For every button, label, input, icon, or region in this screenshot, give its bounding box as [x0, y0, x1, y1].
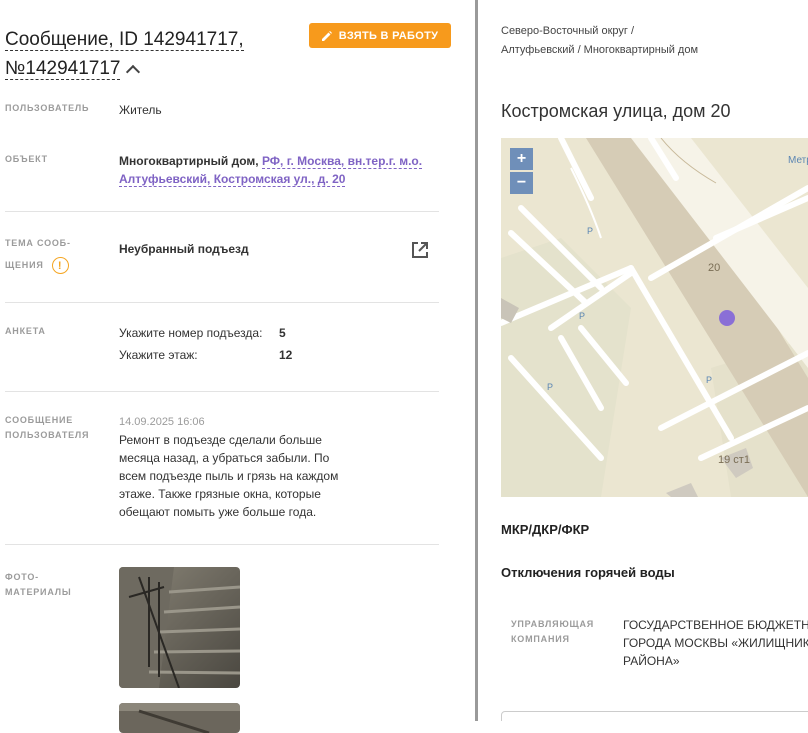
divider [5, 211, 439, 212]
management-label: УПРАВЛЯЮЩАЯ КОМПАНИЯ [511, 619, 595, 644]
user-value: Житель [119, 103, 162, 117]
take-to-work-button[interactable]: ВЗЯТЬ В РАБОТУ [309, 23, 451, 48]
photo-image [119, 703, 240, 733]
parking-icon: P [579, 311, 586, 321]
user-message-label: СООБЩЕНИЕ ПОЛЬЗОВАТЕЛЯ [5, 413, 110, 443]
photo-label-line2: МАТЕРИАЛЫ [5, 587, 72, 597]
map-zoom-control: + − [510, 148, 533, 194]
photo-label-line1: ФОТО- [5, 572, 39, 582]
external-link-icon[interactable] [410, 240, 430, 260]
staircase-photo [119, 567, 240, 688]
user-message-label-line1: СООБЩЕНИЕ [5, 415, 74, 425]
management-value: ГОСУДАРСТВЕННОЕ БЮДЖЕТНОЕ ГОРОДА МОСКВЫ … [623, 616, 808, 670]
management-value-line3: РАЙОНА» [623, 654, 680, 668]
photo-thumbnail[interactable] [119, 703, 240, 733]
user-message-date: 14.09.2025 16:06 [119, 416, 205, 428]
photo-thumbnail[interactable] [119, 567, 240, 688]
survey-question: Укажите номер подъезда: [119, 326, 263, 340]
topic-value: Неубранный подъезд [119, 242, 249, 256]
user-row: ПОЛЬЗОВАТЕЛЬ Житель [5, 101, 439, 121]
message-title: Сообщение, ID 142941717, №142941717 [5, 25, 305, 83]
management-value-line2: ГОРОДА МОСКВЫ «ЖИЛИЩНИК [623, 636, 808, 650]
user-message-row: СООБЩЕНИЕ ПОЛЬЗОВАТЕЛЯ 14.09.2025 16:06 … [5, 413, 439, 523]
chevron-up-icon[interactable] [126, 64, 141, 80]
breadcrumb: Северо-Восточный округ / Алтуфьевский / … [501, 25, 699, 56]
message-title-id: Сообщение, ID 142941717, [5, 29, 244, 51]
user-message-text: Ремонт в подъезде сделали больше месяца … [119, 433, 339, 519]
bottom-input-box[interactable] [501, 711, 808, 721]
topic-label-line1: ТЕМА СООБ- [5, 238, 71, 248]
map[interactable]: 20 19 ст1 Метр P P P P + − [501, 138, 808, 497]
take-to-work-label: ВЗЯТЬ В РАБОТУ [338, 29, 439, 42]
survey-label: АНКЕТА [5, 326, 46, 336]
pencil-icon [321, 30, 332, 41]
map-canvas [501, 138, 808, 497]
map-label-building: 19 ст1 [718, 454, 750, 466]
warning-icon[interactable]: ! [51, 257, 69, 275]
object-type: Многоквартирный дом, [119, 154, 259, 168]
zoom-out-button[interactable]: − [510, 172, 533, 194]
map-label-metro: Метр [788, 155, 808, 166]
topic-label: ТЕМА СООБ- ЩЕНИЯ! [5, 232, 110, 276]
zoom-in-button[interactable]: + [510, 148, 533, 170]
map-label-building: 20 [708, 262, 721, 274]
message-number: №142941717 [5, 58, 121, 80]
parking-icon: P [706, 375, 713, 385]
survey-answer: 5 [279, 326, 286, 340]
photo-label: ФОТО- МАТЕРИАЛЫ [5, 570, 110, 600]
user-message-label-line2: ПОЛЬЗОВАТЕЛЯ [5, 430, 90, 440]
message-panel: Сообщение, ID 142941717, №142941717 ВЗЯТ… [0, 0, 475, 733]
topic-row: ТЕМА СООБ- ЩЕНИЯ! Неубранный подъезд [5, 232, 439, 277]
section-mkr[interactable]: МКР/ДКР/ФКР [501, 522, 589, 537]
management-value-line1: ГОСУДАРСТВЕННОЕ БЮДЖЕТНОЕ [623, 618, 808, 632]
section-hot-water[interactable]: Отключения горячей воды [501, 565, 675, 580]
object-address-title: Костромская улица, дом 20 [501, 101, 731, 121]
divider [5, 544, 439, 545]
divider [5, 391, 439, 392]
object-label: ОБЪЕКТ [5, 154, 48, 164]
parking-icon: P [587, 226, 594, 236]
parking-icon: P [547, 382, 554, 392]
divider [5, 302, 439, 303]
survey-row: АНКЕТА Укажите номер подъезда: 5 Укажите… [5, 324, 439, 368]
user-label: ПОЛЬЗОВАТЕЛЬ [5, 103, 90, 113]
object-row: ОБЪЕКТ Многоквартирный дом, РФ, г. Москв… [5, 152, 439, 192]
survey-question: Укажите этаж: [119, 348, 198, 362]
object-panel: Северо-Восточный округ / Алтуфьевский / … [478, 0, 808, 721]
topic-label-line2: ЩЕНИЯ [5, 260, 44, 270]
survey-answer: 12 [279, 348, 293, 362]
